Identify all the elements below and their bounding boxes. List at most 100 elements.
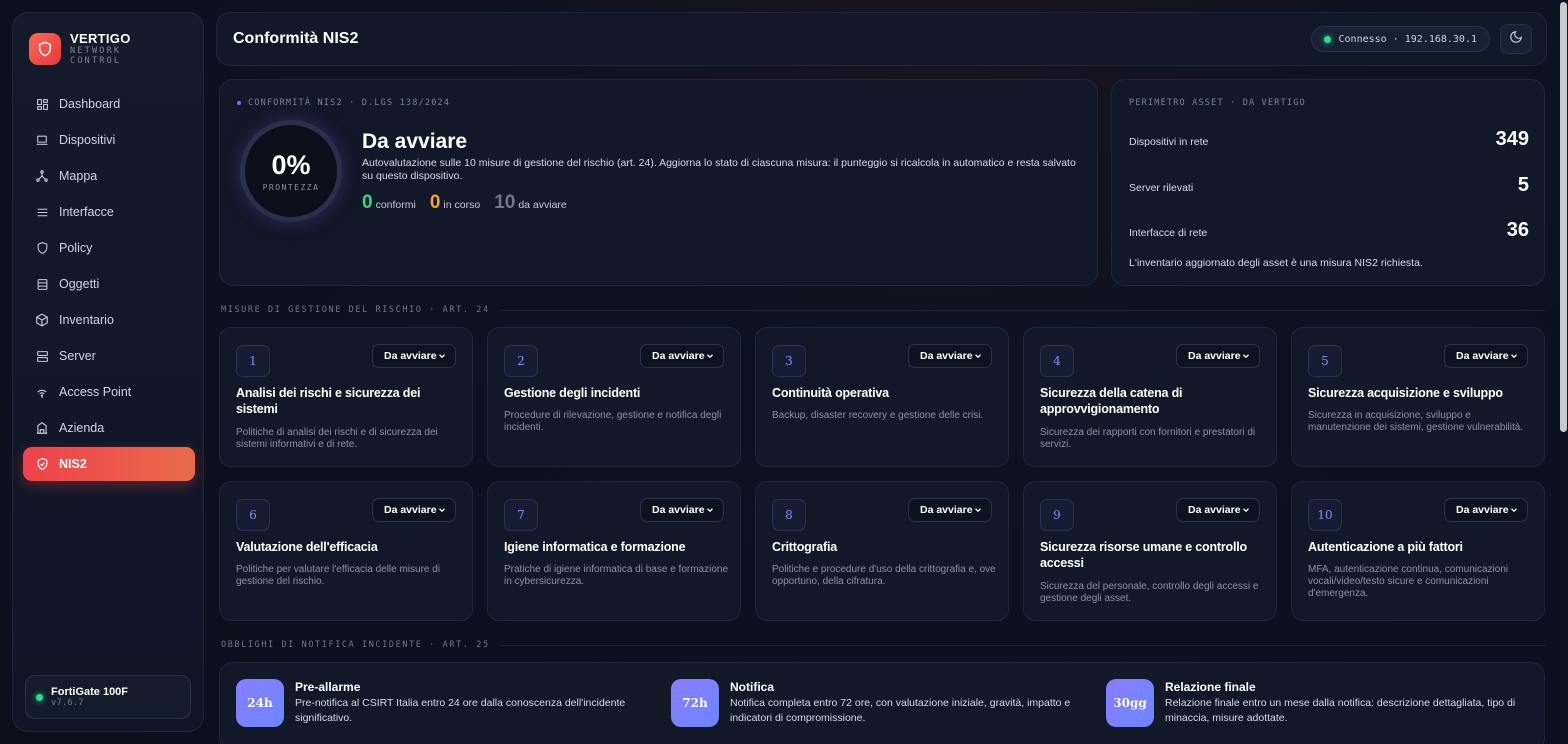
readiness-ring: 0% PRONTEZZA [240, 120, 342, 222]
stat-label: da avviare [518, 199, 567, 211]
list-icon [35, 205, 49, 219]
device-version: v7.6.7 [51, 698, 84, 708]
measure-description: Sicurezza in acquisizione, sviluppo e ma… [1308, 410, 1524, 433]
sidebar-item-label: Dispositivi [59, 133, 116, 147]
sidebar-item-label: NIS2 [59, 457, 87, 471]
measure-status-value: Da avviare [1188, 350, 1241, 362]
server-icon [35, 349, 49, 363]
sidebar-item-inventario[interactable]: Inventario [23, 303, 195, 337]
asset-label: Dispositivi in rete [1129, 136, 1209, 148]
measure-status-select[interactable]: Da avviare [640, 498, 724, 522]
sidebar-item-label: Dashboard [59, 97, 121, 111]
notification-title: Pre-allarme [295, 680, 361, 694]
sidebar-item-server[interactable]: Server [23, 339, 195, 373]
measure-title: Igiene informatica e formazione [504, 540, 686, 554]
measure-title: Crittografia [772, 540, 837, 554]
sidebar-item-oggetti[interactable]: Oggetti [23, 267, 195, 301]
sidebar-item-interfacce[interactable]: Interfacce [23, 195, 195, 229]
measure-number: 10 [1308, 499, 1342, 531]
stat-label: conformi [375, 199, 416, 211]
divider [499, 644, 1545, 646]
measure-number: 5 [1308, 345, 1342, 377]
measure-status-select[interactable]: Da avviare [372, 344, 456, 368]
asset-row-interfaces: Interfacce di rete 36 [1129, 219, 1529, 242]
scrollbar-track[interactable] [1559, 0, 1568, 744]
readiness-description: Autovalutazione sulle 10 misure di gesti… [362, 157, 1076, 182]
measure-description: Pratiche di igiene informatica di base e… [504, 564, 729, 587]
network-icon [35, 169, 49, 183]
chevron-down-icon [973, 505, 983, 518]
box-icon [35, 313, 49, 327]
chevron-down-icon [1509, 351, 1519, 364]
sidebar-item-label: Access Point [59, 385, 132, 399]
sidebar-item-policy[interactable]: Policy [23, 231, 195, 265]
sidebar-item-azienda[interactable]: Azienda [23, 411, 195, 445]
asset-label: Interfacce di rete [1129, 227, 1208, 239]
sidebar-item-label: Interfacce [59, 205, 114, 219]
measure-number: 4 [1040, 345, 1074, 377]
measure-status-value: Da avviare [384, 350, 437, 362]
measure-card: 1 Da avviare Analisi dei rischi e sicurezz… [219, 327, 473, 467]
asset-value: 36 [1506, 219, 1529, 241]
notification-item: 24h Pre-allarme Pre-notifica al CSIRT It… [236, 679, 656, 727]
stat-in-progress: 0 in corso [430, 192, 480, 214]
shield-icon [35, 241, 49, 255]
notification-obligations-panel: 24h Pre-allarme Pre-notifica al CSIRT It… [219, 662, 1545, 744]
brand-sub-2: CONTROL [70, 56, 122, 66]
brand-name: VERTIGO [70, 31, 131, 46]
measure-card: 5 Da avviare Sicurezza acquisizione e svil… [1291, 327, 1545, 467]
measure-status-select[interactable]: Da avviare [908, 344, 992, 368]
bullet-icon [237, 101, 241, 105]
measure-card: 4 Da avviare Sicurezza della catena di app… [1023, 327, 1277, 467]
readiness-panel: CONFORMITÀ NIS2 · D.LGS 138/2024 0% PRON… [219, 79, 1098, 286]
readiness-stats: 0 conformi 0 in corso 10 da avviare [362, 192, 581, 214]
measure-description: Politiche per valutare l'efficacia delle… [236, 564, 441, 587]
measure-status-select[interactable]: Da avviare [372, 498, 456, 522]
measure-description: Sicurezza del personale, controllo degli… [1040, 581, 1259, 604]
sidebar-item-dashboard[interactable]: Dashboard [23, 87, 195, 121]
measure-status-value: Da avviare [384, 504, 437, 516]
notification-desc: Relazione finale entro un mese dalla not… [1165, 697, 1516, 724]
sidebar-item-nis2[interactable]: NIS2 [23, 447, 195, 481]
measure-status-select[interactable]: Da avviare [640, 344, 724, 368]
measure-status-select[interactable]: Da avviare [1444, 498, 1528, 522]
notif-section-label: OBBLIGHI DI NOTIFICA INCIDENTE · ART. 25 [221, 640, 1545, 650]
measure-status-select[interactable]: Da avviare [1176, 498, 1260, 522]
wifi-icon [35, 385, 49, 399]
theme-toggle-button[interactable] [1500, 24, 1532, 54]
chevron-down-icon [1509, 505, 1519, 518]
asset-label: Server rilevati [1129, 182, 1194, 194]
measure-status-select[interactable]: Da avviare [1444, 344, 1528, 368]
device-name: FortiGate 100F [51, 686, 129, 698]
measure-status-select[interactable]: Da avviare [908, 498, 992, 522]
scrollbar-thumb[interactable] [1560, 2, 1567, 432]
measure-status-value: Da avviare [1188, 504, 1241, 516]
brand[interactable]: VERTIGO NETWORK CONTROL [29, 31, 131, 66]
notification-title: Relazione finale [1165, 680, 1256, 694]
laptop-icon [35, 133, 49, 147]
measure-number: 6 [236, 499, 270, 531]
measure-description: Politiche di analisi dei rischi e di sic… [236, 427, 438, 450]
sidebar: VERTIGO NETWORK CONTROL Dashboard Dispos… [12, 12, 204, 732]
asset-row-devices: Dispositivi in rete 349 [1129, 128, 1529, 151]
measure-description: Backup, disaster recovery e gestione del… [772, 410, 984, 421]
readiness-score: 0% [271, 150, 311, 180]
database-icon [35, 277, 49, 291]
measure-card: 2 Da avviare Gestione degli incidenti Proce… [487, 327, 741, 467]
notification-badge: 24h [236, 679, 284, 727]
sidebar-item-label: Mappa [59, 169, 98, 183]
sidebar-item-mappa[interactable]: Mappa [23, 159, 195, 193]
asset-note: L'inventario aggiornato degli asset è un… [1129, 257, 1423, 269]
sidebar-item-access-point[interactable]: Access Point [23, 375, 195, 409]
measure-number: 9 [1040, 499, 1074, 531]
measure-card: 3 Da avviare Continuità operativa Backup, d… [755, 327, 1009, 467]
measure-status-select[interactable]: Da avviare [1176, 344, 1260, 368]
measure-description: Procedure di rilevazione, gestione e not… [504, 410, 722, 433]
measure-title: Autenticazione a più fattori [1308, 540, 1463, 554]
sidebar-item-dispositivi[interactable]: Dispositivi [23, 123, 195, 157]
measure-status-value: Da avviare [1456, 350, 1509, 362]
dashboard-icon [35, 97, 49, 111]
asset-value: 5 [1517, 174, 1529, 196]
measure-title: Analisi dei rischi e sicurezza dei siste… [236, 386, 421, 416]
device-status-card[interactable]: FortiGate 100F v7.6.7 [25, 675, 191, 719]
